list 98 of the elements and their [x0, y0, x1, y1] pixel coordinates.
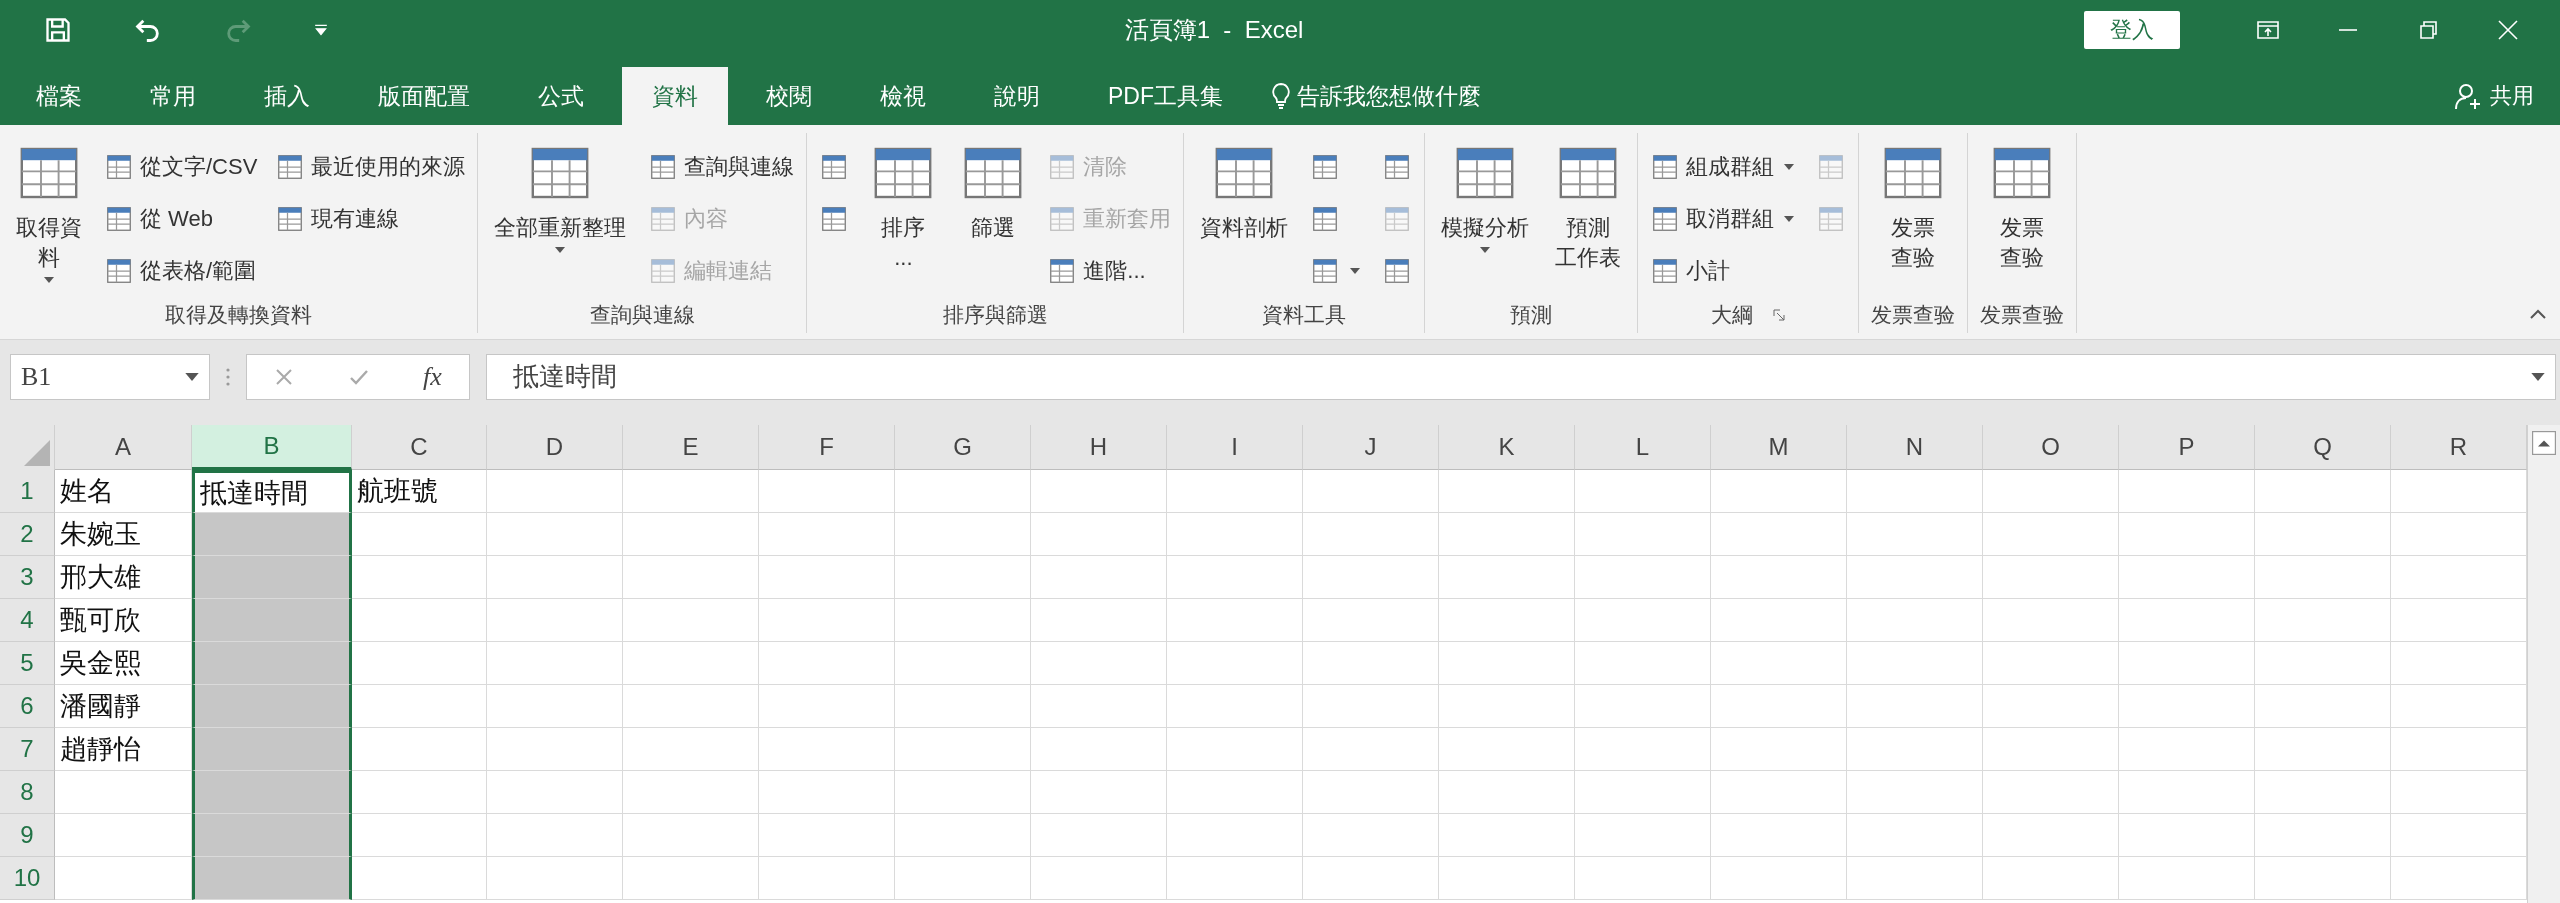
ribbon-button[interactable]: 從表格/範圍	[104, 256, 257, 286]
row-header[interactable]: 10	[0, 857, 55, 900]
row-header[interactable]: 4	[0, 599, 55, 642]
tell-me-search[interactable]: 告訴我您想做什麼	[1297, 80, 1481, 112]
ribbon-button[interactable]: 從文字/CSV	[104, 152, 258, 182]
collapse-ribbon-icon[interactable]	[2530, 309, 2546, 319]
save-icon[interactable]	[44, 16, 72, 44]
group-label: 发票查验	[1871, 302, 1956, 328]
row-header[interactable]: 5	[0, 642, 55, 685]
ribbon-tab[interactable]: 插入	[234, 67, 340, 125]
person-add-icon	[2454, 82, 2482, 110]
column-header[interactable]: O	[1983, 425, 2119, 470]
ribbon-tab[interactable]: 資料	[622, 67, 728, 125]
ribbon-button[interactable]: 小計	[1650, 256, 1731, 286]
cancel-icon[interactable]	[274, 366, 295, 387]
table-cell[interactable]	[192, 513, 352, 556]
ribbon-display-icon[interactable]	[2256, 20, 2280, 40]
table-cell[interactable]	[192, 556, 352, 599]
ribbon-button[interactable]: 從 Web	[104, 204, 213, 234]
ribbon-button[interactable]: 現有連線	[275, 204, 400, 234]
lightbulb-icon	[1271, 82, 1291, 110]
ribbon-button[interactable]: 发票 查验	[1980, 141, 2065, 273]
group-label: 发票查验	[1980, 302, 2065, 328]
sign-in-button[interactable]: 登入	[2084, 11, 2180, 49]
column-header[interactable]: L	[1575, 425, 1711, 470]
table-icon	[104, 256, 134, 286]
column-header[interactable]: H	[1031, 425, 1167, 470]
column-header[interactable]: B	[192, 425, 352, 470]
column-header[interactable]: C	[352, 425, 487, 470]
ribbon-button[interactable]: 排序 ...	[867, 141, 940, 273]
ribbon-button[interactable]: 資料剖析	[1196, 141, 1293, 243]
table-cell[interactable]	[192, 685, 352, 728]
window-title: 活頁簿1 - Excel	[1123, 15, 1305, 45]
insert-function-button[interactable]: fx	[423, 361, 442, 392]
ribbon-tab[interactable]: 版面配置	[348, 67, 500, 125]
column-header[interactable]: P	[2119, 425, 2255, 470]
ribbon-tab[interactable]: 說明	[964, 67, 1070, 125]
close-icon[interactable]	[2496, 20, 2520, 40]
column-header[interactable]: M	[1711, 425, 1847, 470]
ribbon-button[interactable]: 預測 工作表	[1551, 141, 1626, 273]
column-header[interactable]: E	[623, 425, 759, 470]
table-icon	[104, 152, 134, 182]
group-label: 排序與篩選	[942, 302, 1048, 328]
ribbon-tab[interactable]: 公式	[508, 67, 614, 125]
name-box[interactable]: B1	[10, 353, 210, 400]
ribbon-tab[interactable]: 檢視	[850, 67, 956, 125]
table-cell[interactable]: 航班號	[352, 470, 487, 513]
column-header[interactable]: I	[1167, 425, 1303, 470]
ribbon-button[interactable]: 模擬分析	[1437, 141, 1534, 257]
column-header[interactable]: K	[1439, 425, 1575, 470]
row-header[interactable]: 7	[0, 728, 55, 771]
table-icon	[104, 204, 134, 234]
table-cell[interactable]	[192, 642, 352, 685]
ribbon-button[interactable]: 全部重新整理	[490, 141, 631, 257]
table-cell[interactable]: 抵達時間	[192, 470, 352, 513]
group-label: 取得及轉換資料	[165, 302, 313, 328]
ribbon-tab[interactable]: 檔案	[6, 67, 112, 125]
table-cell[interactable]	[192, 599, 352, 642]
row-header[interactable]: 8	[0, 771, 55, 814]
column-header[interactable]: J	[1303, 425, 1439, 470]
ribbon-button[interactable]: 取得資 料	[12, 141, 86, 287]
ribbon-tab[interactable]: 校閱	[736, 67, 842, 125]
ribbon-button[interactable]: 進階...	[1047, 256, 1146, 286]
scroll-up-icon[interactable]	[2532, 431, 2556, 455]
row-header[interactable]: 2	[0, 513, 55, 556]
column-header[interactable]: D	[487, 425, 623, 470]
caret-icon[interactable]	[314, 24, 328, 36]
formula-input[interactable]: 抵達時間	[486, 353, 2556, 400]
row-header[interactable]: 1	[0, 470, 55, 513]
select-all-icon[interactable]	[24, 440, 50, 466]
group-label: 預測	[1510, 302, 1553, 328]
row-header[interactable]: 6	[0, 685, 55, 728]
dialog-launcher-icon[interactable]	[1773, 309, 1786, 321]
table-cell[interactable]	[192, 771, 352, 814]
ribbon-tab[interactable]: 常用	[120, 67, 226, 125]
ribbon-button[interactable]: 发票 查验	[1871, 141, 1956, 273]
ribbon-button[interactable]: 查詢與連線	[648, 152, 795, 182]
ribbon-button[interactable]: 組成群組	[1650, 152, 1799, 182]
grip-icon	[226, 366, 230, 387]
column-header[interactable]: G	[895, 425, 1031, 470]
column-header[interactable]: Q	[2255, 425, 2391, 470]
column-header[interactable]: N	[1847, 425, 1983, 470]
ribbon-button[interactable]: 最近使用的來源	[275, 152, 466, 182]
table-cell[interactable]	[192, 814, 352, 857]
share-button[interactable]: 共用	[2454, 67, 2560, 125]
caret-icon	[2531, 372, 2545, 381]
ribbon-button[interactable]: 取消群組	[1650, 204, 1799, 234]
group-label: 資料工具	[1262, 302, 1347, 328]
table-cell[interactable]	[192, 728, 352, 771]
table-cell[interactable]	[192, 857, 352, 900]
caret-icon	[185, 372, 199, 381]
group-label: 大綱	[1711, 302, 1754, 328]
ribbon-button[interactable]: 篩選	[957, 141, 1030, 243]
row-header[interactable]: 9	[0, 814, 55, 857]
ribbon-tab[interactable]: PDF工具集	[1078, 67, 1253, 125]
row-header[interactable]: 3	[0, 556, 55, 599]
column-header[interactable]: F	[759, 425, 895, 470]
group-label: 查詢與連線	[589, 302, 695, 328]
